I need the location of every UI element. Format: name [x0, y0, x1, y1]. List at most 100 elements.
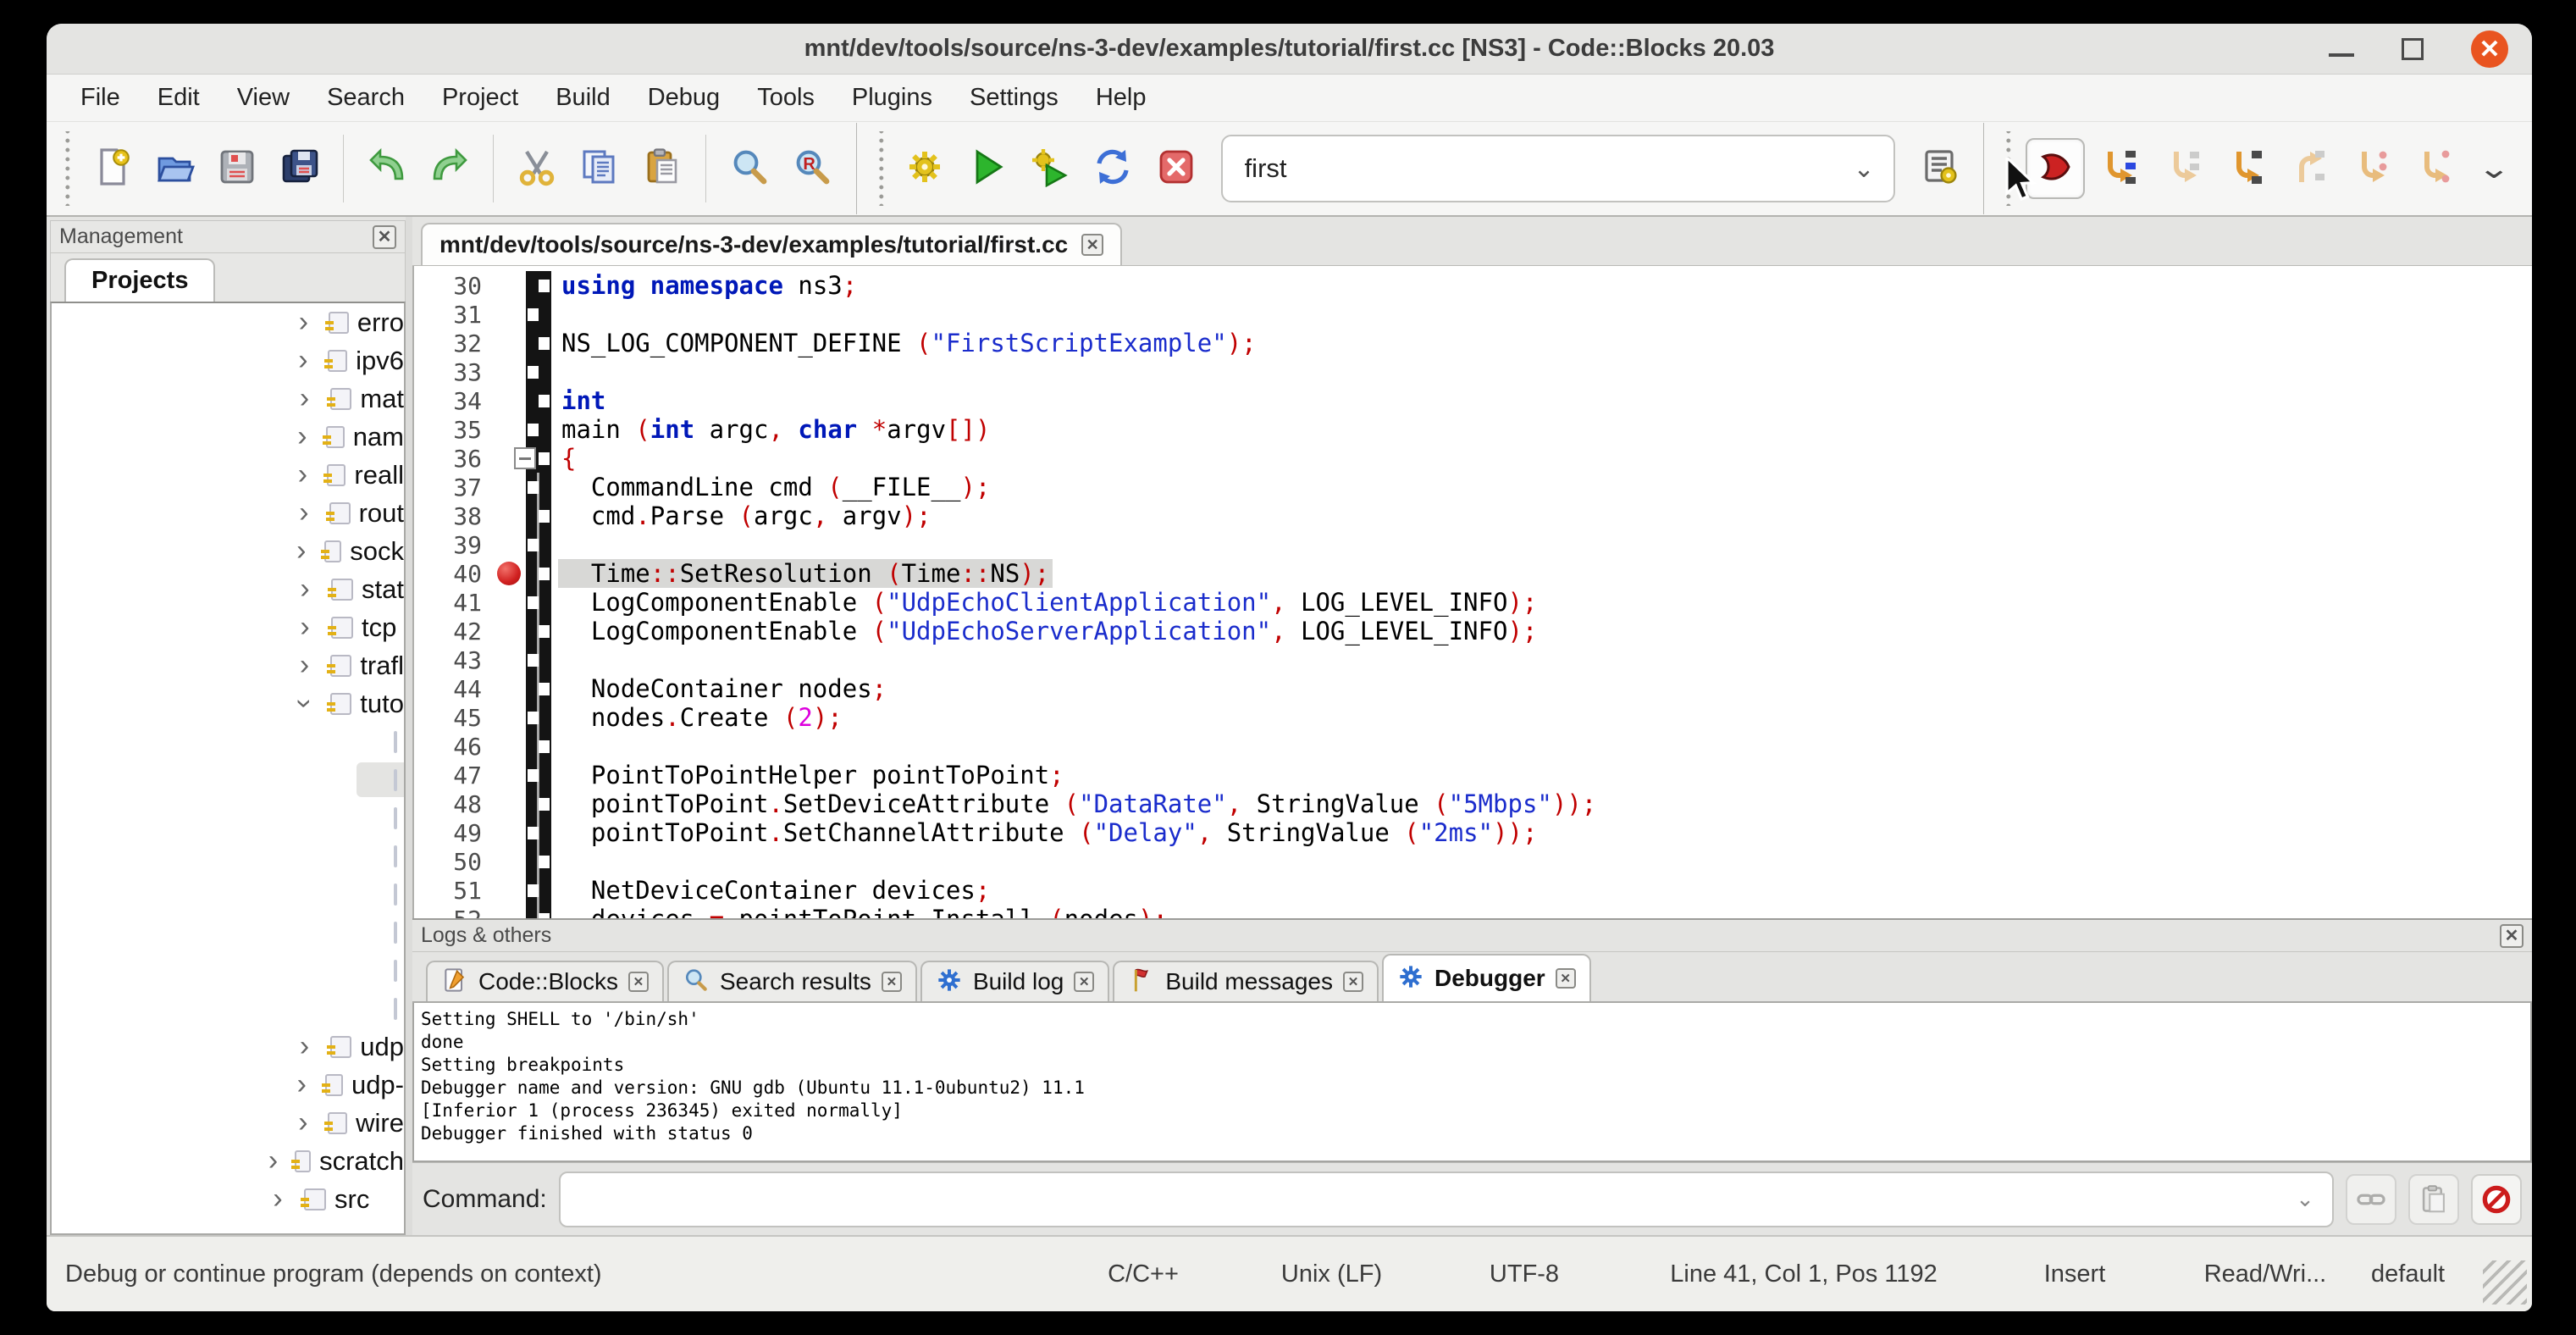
menu-edit[interactable]: Edit — [139, 79, 218, 117]
redo-button[interactable] — [423, 141, 477, 197]
tree-collapse-icon[interactable]: › — [288, 690, 321, 717]
menu-view[interactable]: View — [218, 79, 308, 117]
breakpoint-margin[interactable] — [495, 300, 526, 329]
tree-expand-icon[interactable]: › — [290, 344, 316, 377]
code-line-46[interactable]: 46 — [414, 732, 2532, 761]
menu-build[interactable]: Build — [537, 79, 629, 117]
next-line-button[interactable] — [2156, 141, 2210, 197]
code-line-49[interactable]: 49 pointToPoint.SetChannelAttribute ("De… — [414, 818, 2532, 847]
breakpoint-margin[interactable] — [495, 761, 526, 789]
log-tab-close-icon[interactable]: ✕ — [882, 972, 902, 992]
tree-item-sock[interactable]: ›sock — [52, 532, 404, 570]
menu-settings[interactable]: Settings — [951, 79, 1077, 117]
tree-item-ipv6[interactable]: ›ipv6 — [52, 341, 404, 379]
breakpoint-margin[interactable] — [495, 530, 526, 559]
code-line-47[interactable]: 47 PointToPointHelper pointToPoint; — [414, 761, 2532, 789]
tree-item-tcp[interactable]: ›tcp — [52, 608, 404, 646]
editor-tab-first-cc[interactable]: mnt/dev/tools/source/ns-3-dev/examples/t… — [421, 223, 1122, 265]
stop-red-button[interactable] — [2471, 1174, 2522, 1225]
log-tab-build-log[interactable]: Build log✕ — [920, 961, 1109, 1001]
code-line-30[interactable]: 30using namespace ns3; — [414, 271, 2532, 300]
find-button[interactable] — [722, 141, 777, 197]
build-target-button[interactable] — [1913, 141, 1967, 197]
tree-expand-icon[interactable]: › — [290, 306, 317, 339]
tree-item-fif[interactable]: fif — [52, 723, 404, 761]
breakpoint-margin[interactable] — [495, 415, 526, 444]
breakpoint-margin[interactable] — [495, 559, 526, 588]
tree-item-tuto[interactable]: ›tuto — [52, 684, 404, 723]
chevron-down-icon[interactable]: ⌄ — [2278, 1186, 2332, 1212]
breakpoint-margin[interactable] — [495, 357, 526, 386]
code-line-33[interactable]: 33 — [414, 357, 2532, 386]
cut-button[interactable] — [510, 141, 564, 197]
run-to-cursor-button[interactable] — [2093, 141, 2148, 197]
chevron-down-icon[interactable]: ⌄ — [1834, 154, 1893, 184]
open-file-button[interactable] — [147, 141, 202, 197]
copy-button[interactable] — [572, 141, 627, 197]
save-button[interactable] — [210, 141, 264, 197]
log-tab-close-icon[interactable]: ✕ — [1343, 972, 1363, 992]
tree-item-udp[interactable]: ›udp- — [52, 1066, 404, 1104]
code-line-45[interactable]: 45 nodes.Create (2); — [414, 703, 2532, 732]
tree-expand-icon[interactable]: › — [290, 611, 319, 644]
breakpoint-icon[interactable] — [497, 562, 521, 585]
tree-item-reall[interactable]: ›reall — [52, 456, 404, 494]
breakpoint-margin[interactable] — [495, 876, 526, 905]
step-out-button[interactable] — [2281, 141, 2336, 197]
tree-item-six[interactable]: six — [52, 951, 404, 989]
menu-file[interactable]: File — [62, 79, 139, 117]
breakpoint-margin[interactable] — [495, 703, 526, 732]
code-line-51[interactable]: 51 NetDeviceContainer devices; — [414, 876, 2532, 905]
editor-tab-close-icon[interactable]: ✕ — [1081, 234, 1103, 256]
menu-project[interactable]: Project — [423, 79, 537, 117]
breakpoint-margin[interactable] — [495, 674, 526, 703]
breakpoint-margin[interactable] — [495, 588, 526, 617]
menu-search[interactable]: Search — [308, 79, 423, 117]
new-file-button[interactable] — [85, 141, 139, 197]
menu-tools[interactable]: Tools — [738, 79, 833, 117]
build-and-run-button[interactable] — [1023, 141, 1077, 197]
clipboard-gray-button[interactable] — [2408, 1174, 2459, 1225]
tree-expand-icon[interactable]: › — [290, 649, 318, 682]
breakpoint-margin[interactable] — [495, 818, 526, 847]
undo-button[interactable] — [360, 141, 414, 197]
toolbar-grip[interactable] — [876, 131, 887, 206]
code-line-52[interactable]: 52 devices = pointToPoint.Install (nodes… — [414, 905, 2532, 918]
tree-item-stat[interactable]: ›stat — [52, 570, 404, 608]
breakpoint-margin[interactable] — [495, 617, 526, 645]
tree-expand-icon[interactable]: › — [290, 1068, 313, 1101]
tree-item-he[interactable]: he — [52, 837, 404, 875]
code-line-44[interactable]: 44 NodeContainer nodes; — [414, 674, 2532, 703]
management-close-icon[interactable]: ✕ — [373, 225, 396, 249]
command-input[interactable]: ⌄ — [559, 1172, 2334, 1227]
code-editor[interactable]: 30using namespace ns3;3132NS_LOG_COMPONE… — [412, 266, 2532, 918]
code-line-31[interactable]: 31 — [414, 300, 2532, 329]
toolbar-grip[interactable] — [62, 131, 74, 206]
title-bar[interactable]: mnt/dev/tools/source/ns-3-dev/examples/t… — [47, 24, 2532, 75]
tree-item-udp[interactable]: ›udp — [52, 1028, 404, 1066]
tree-expand-icon[interactable]: › — [263, 1183, 292, 1216]
log-tab-close-icon[interactable]: ✕ — [1074, 972, 1094, 992]
log-tab-search-results[interactable]: Search results✕ — [667, 961, 917, 1001]
code-line-34[interactable]: 34int — [414, 386, 2532, 415]
code-line-43[interactable]: 43 — [414, 645, 2532, 674]
tree-item-se[interactable]: se — [52, 875, 404, 913]
code-line-32[interactable]: 32NS_LOG_COMPONENT_DEFINE ("FirstScriptE… — [414, 329, 2532, 357]
code-line-40[interactable]: 40 Time::SetResolution (Time::NS); — [414, 559, 2532, 588]
tree-expand-icon[interactable]: › — [290, 496, 318, 529]
tree-expand-icon[interactable]: › — [263, 1144, 283, 1177]
breakpoint-margin[interactable] — [495, 473, 526, 501]
fold-collapse-icon[interactable] — [514, 447, 536, 469]
menu-plugins[interactable]: Plugins — [833, 79, 951, 117]
breakpoint-margin[interactable] — [495, 386, 526, 415]
close-button[interactable]: ✕ — [2471, 30, 2508, 68]
breakpoint-margin[interactable] — [495, 847, 526, 876]
code-line-41[interactable]: 41 LogComponentEnable ("UdpEchoClientApp… — [414, 588, 2532, 617]
log-tab-build-messages[interactable]: Build messages✕ — [1113, 961, 1379, 1001]
breakpoint-margin[interactable] — [495, 271, 526, 300]
log-tab-debugger[interactable]: Debugger✕ — [1382, 954, 1591, 1001]
breakpoint-margin[interactable] — [495, 501, 526, 530]
code-line-35[interactable]: 35main (int argc, char *argv[]) — [414, 415, 2532, 444]
tree-expand-icon[interactable]: › — [290, 573, 319, 606]
tree-expand-icon[interactable]: › — [290, 458, 315, 491]
